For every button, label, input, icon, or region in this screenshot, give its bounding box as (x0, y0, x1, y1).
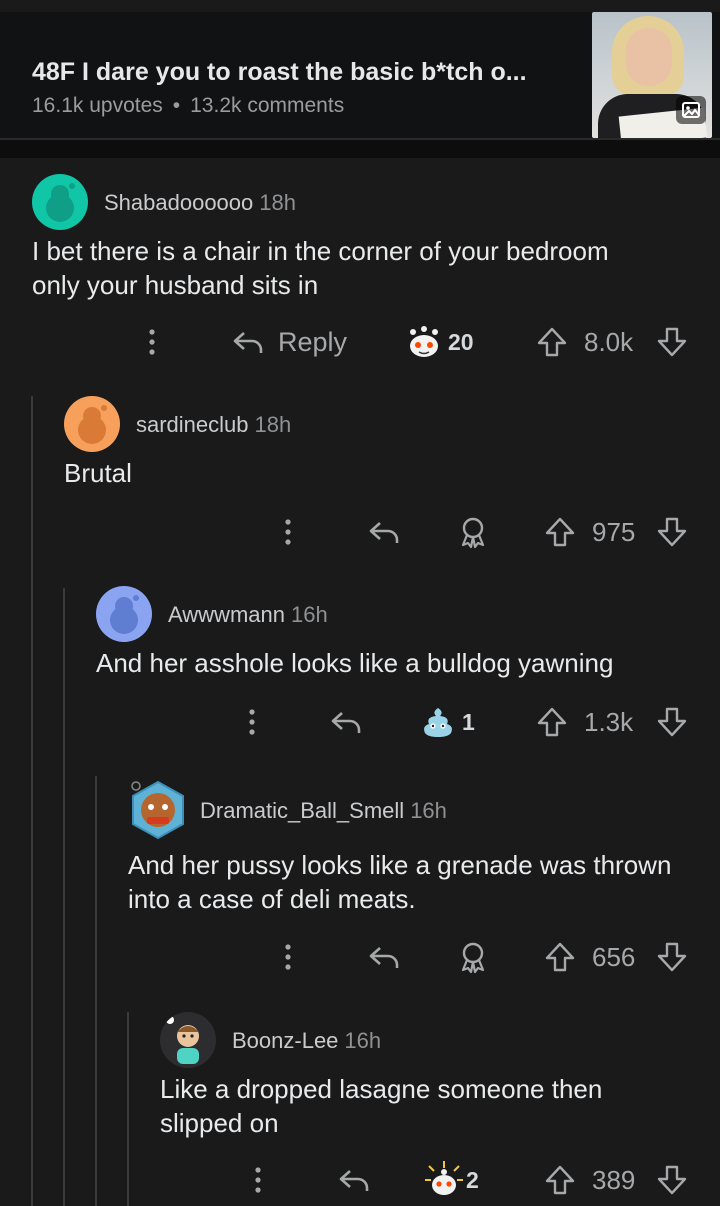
username[interactable]: Boonz-Lee (232, 1028, 338, 1053)
reply-button[interactable] (338, 1160, 372, 1200)
avatar[interactable] (128, 780, 184, 840)
more-options-icon[interactable] (278, 937, 298, 977)
upvote-button[interactable] (536, 702, 568, 742)
comment-text: And her asshole looks like a bulldog yaw… (96, 648, 614, 678)
post-title[interactable]: 48F I dare you to roast the basic b*tch … (32, 58, 572, 87)
upvote-button[interactable] (544, 512, 576, 552)
comment-age: 16h (410, 798, 447, 823)
downvote-button[interactable] (656, 937, 688, 977)
more-options-icon[interactable] (142, 322, 162, 362)
status-strip (0, 0, 720, 12)
score: 975 (592, 516, 636, 547)
downvote-icon (657, 942, 687, 972)
post-thumbnail[interactable] (592, 12, 712, 138)
awards[interactable]: 2 (424, 1160, 479, 1200)
award-icon (461, 517, 485, 549)
comment-actions: 975 (0, 512, 720, 552)
upvote-icon (545, 1165, 575, 1195)
downvote-button[interactable] (656, 512, 688, 552)
comment-actions: 656 (0, 937, 720, 977)
upvote-icon (545, 517, 575, 547)
award-button[interactable] (456, 512, 490, 552)
downvote-icon (657, 707, 687, 737)
avatar[interactable] (160, 1012, 216, 1068)
comment-text: Like a dropped lasagne someone then slip… (160, 1074, 603, 1138)
score: 8.0k (584, 326, 634, 357)
reply-icon (339, 1170, 369, 1191)
username-row[interactable]: Dramatic_Ball_Smell 16h (200, 798, 447, 824)
avatar[interactable] (32, 174, 88, 230)
username[interactable]: Shabadoooooo (104, 190, 253, 215)
poop-award-icon (424, 708, 452, 737)
downvote-button[interactable] (656, 322, 688, 362)
award-count: 2 (466, 1166, 479, 1193)
upvote-count: 16.1k upvotes (32, 94, 163, 117)
comment-actions: 2 389 (0, 1160, 720, 1200)
comment-text: Brutal (64, 458, 132, 488)
downvote-icon (657, 1165, 687, 1195)
reply-button[interactable] (330, 702, 364, 742)
upvote-button[interactable] (544, 1160, 576, 1200)
reply-button[interactable]: Reply (232, 322, 347, 362)
award-count: 1 (462, 708, 475, 735)
awards[interactable]: 1 (420, 702, 475, 742)
wholesome-award-icon (410, 326, 438, 357)
reply-icon (233, 332, 263, 353)
reply-button[interactable] (368, 512, 402, 552)
score: 389 (592, 1164, 636, 1195)
award-count: 20 (448, 328, 474, 355)
downvote-button[interactable] (656, 1160, 688, 1200)
comment-count: 13.2k comments (190, 94, 345, 117)
comment-actions: 1 1.3k (0, 702, 720, 742)
award-button[interactable] (456, 937, 490, 977)
meta-separator: • (172, 94, 181, 117)
comment-actions: Reply 20 8.0k (0, 322, 720, 362)
comment-age: 16h (344, 1028, 382, 1053)
more-options-icon[interactable] (278, 512, 298, 552)
reply-icon (369, 947, 399, 968)
username-row[interactable]: Boonz-Lee 16h (232, 1028, 381, 1054)
comment-age: 16h (290, 602, 328, 627)
downvote-icon (657, 327, 687, 357)
avatar[interactable] (64, 396, 120, 452)
upvote-button[interactable] (536, 322, 568, 362)
more-options-icon[interactable] (248, 1160, 268, 1200)
thread-line (95, 776, 97, 1206)
username-row[interactable]: Awwwmann 16h (168, 602, 328, 628)
awards[interactable]: 20 (406, 322, 474, 362)
username[interactable]: Dramatic_Ball_Smell (200, 798, 404, 823)
reply-button[interactable] (368, 937, 402, 977)
downvote-button[interactable] (656, 702, 688, 742)
section-divider (0, 140, 720, 158)
comment-text: And her pussy looks like a grenade was t… (128, 850, 672, 914)
username-row[interactable]: sardineclub 18h (136, 412, 291, 438)
comment-age: 18h (254, 412, 292, 437)
reply-label[interactable]: Reply (278, 327, 347, 358)
upvote-icon (537, 707, 567, 737)
upvote-icon (545, 942, 575, 972)
post-meta: 16.1k upvotes • 13.2k comments (32, 94, 344, 118)
reply-icon (369, 522, 399, 543)
upvote-button[interactable] (544, 937, 576, 977)
score: 1.3k (584, 706, 634, 737)
thread-line (63, 588, 65, 1206)
username[interactable]: Awwwmann (168, 602, 285, 627)
upvote-icon (537, 327, 567, 357)
username-row[interactable]: Shabadoooooo 18h (104, 190, 296, 216)
comment-text: I bet there is a chair in the corner of … (32, 236, 609, 300)
score: 656 (592, 941, 636, 972)
shining-award-icon (425, 1161, 463, 1195)
downvote-icon (657, 517, 687, 547)
username[interactable]: sardineclub (136, 412, 249, 437)
award-icon (461, 942, 485, 974)
comment-age: 18h (259, 190, 296, 215)
more-options-icon[interactable] (242, 702, 262, 742)
image-icon (676, 96, 706, 124)
avatar[interactable] (96, 586, 152, 642)
reply-icon (331, 712, 361, 733)
